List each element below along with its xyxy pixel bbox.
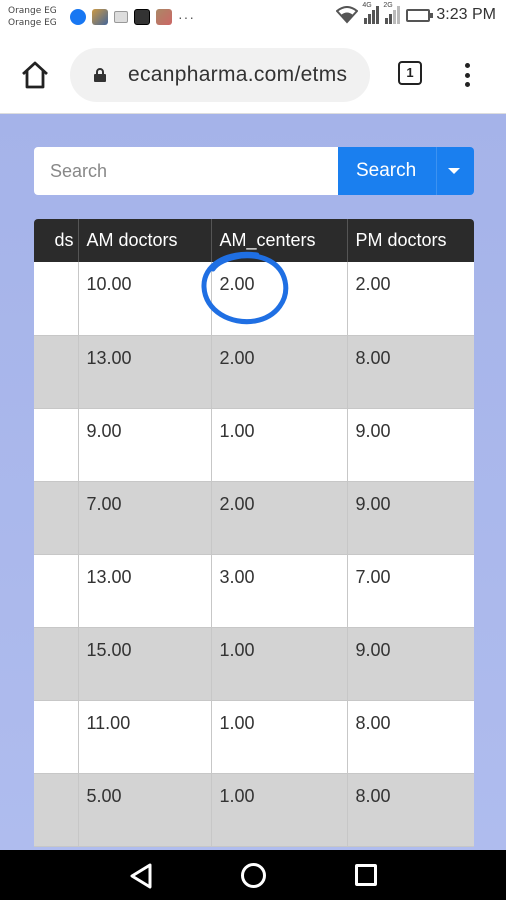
- table-cell: 8.00: [347, 773, 474, 847]
- notification-icons: ···: [70, 9, 195, 25]
- search-input[interactable]: Search: [34, 147, 338, 195]
- table-cell: 7.00: [347, 554, 474, 628]
- carrier-line-2: Orange EG: [8, 18, 57, 28]
- search-button[interactable]: Search: [338, 147, 474, 195]
- button-divider: [436, 147, 437, 195]
- more-notifications-icon: ···: [178, 9, 195, 25]
- message-icon: [114, 11, 128, 23]
- system-navigation-bar: [0, 850, 506, 900]
- table-cell: 7.00: [78, 481, 212, 555]
- table-cell: 2.00: [211, 262, 348, 336]
- table-cell: [34, 700, 79, 774]
- table-cell: 8.00: [347, 335, 474, 409]
- table-cell: 11.00: [78, 700, 212, 774]
- table-row: 10.00 2.00 2.00: [34, 262, 474, 336]
- table-cell: 1.00: [211, 627, 348, 701]
- table-cell: [34, 262, 79, 336]
- lock-icon: [94, 68, 106, 82]
- signal-icon-1: 4G: [362, 2, 380, 24]
- column-header[interactable]: PM doctors: [347, 219, 474, 262]
- search-button-label: Search: [356, 160, 417, 181]
- home-nav-icon[interactable]: [241, 863, 266, 888]
- table-cell: 5.00: [78, 773, 212, 847]
- system-icons: 4G 2G 3:23 PM: [336, 2, 496, 24]
- table-cell: 9.00: [347, 627, 474, 701]
- browser-toolbar: ecanpharma.com/etms 1: [0, 38, 506, 114]
- recent-apps-icon[interactable]: [355, 864, 377, 886]
- tab-switcher-button[interactable]: 1: [398, 61, 422, 85]
- wifi-icon: [336, 6, 359, 24]
- table-cell: 10.00: [78, 262, 212, 336]
- table-header-row: ds AM doctors AM_centers PM doctors: [34, 219, 474, 262]
- photo-notification-icon: [92, 9, 108, 25]
- facebook-icon: [70, 9, 86, 25]
- carrier-line-1: Orange EG: [8, 6, 57, 16]
- column-header[interactable]: AM doctors: [78, 219, 212, 262]
- page-content: Search Search ds AM doctors AM_centers P…: [0, 114, 506, 850]
- data-table: ds AM doctors AM_centers PM doctors 10.0…: [34, 219, 474, 847]
- table-row: 5.00 1.00 8.00: [34, 773, 474, 847]
- address-bar[interactable]: ecanpharma.com/etms: [70, 48, 370, 102]
- table-cell: 9.00: [78, 408, 212, 482]
- table-cell: [34, 408, 79, 482]
- clock: 3:23 PM: [436, 6, 496, 23]
- table-row: 13.00 3.00 7.00: [34, 554, 474, 628]
- table-cell: 1.00: [211, 700, 348, 774]
- table-cell: 1.00: [211, 408, 348, 482]
- table-row: 9.00 1.00 9.00: [34, 408, 474, 482]
- network-type-2: 2G: [383, 2, 393, 9]
- table-cell: [34, 335, 79, 409]
- table-cell: 9.00: [347, 481, 474, 555]
- carrier-labels: Orange EG Orange EG: [8, 5, 57, 29]
- back-icon[interactable]: [128, 862, 154, 890]
- data-table-container[interactable]: ds AM doctors AM_centers PM doctors 10.0…: [34, 219, 474, 850]
- photo-notification-icon-2: [156, 9, 172, 25]
- table-cell: [34, 554, 79, 628]
- table-cell: 9.00: [347, 408, 474, 482]
- column-header[interactable]: AM_centers: [211, 219, 348, 262]
- column-header[interactable]: ds: [34, 219, 79, 262]
- table-cell: 8.00: [347, 700, 474, 774]
- status-bar: Orange EG Orange EG ··· 4G 2G 3:23 PM: [0, 0, 506, 38]
- table-cell: [34, 627, 79, 701]
- table-cell: 2.00: [347, 262, 474, 336]
- home-icon[interactable]: [20, 60, 50, 90]
- table-row: 13.00 2.00 8.00: [34, 335, 474, 409]
- table-cell: 3.00: [211, 554, 348, 628]
- url-text: ecanpharma.com/etms: [128, 63, 348, 86]
- app-notification-icon: [134, 9, 150, 25]
- table-row: 15.00 1.00 9.00: [34, 627, 474, 701]
- table-cell: 1.00: [211, 773, 348, 847]
- table-cell: [34, 481, 79, 555]
- table-cell: 13.00: [78, 554, 212, 628]
- overflow-menu-icon[interactable]: [460, 60, 474, 90]
- battery-icon: [406, 8, 434, 22]
- table-cell: 13.00: [78, 335, 212, 409]
- table-cell: 2.00: [211, 481, 348, 555]
- table-cell: [34, 773, 79, 847]
- table-cell: 2.00: [211, 335, 348, 409]
- chevron-down-icon[interactable]: [448, 168, 460, 174]
- table-row: 11.00 1.00 8.00: [34, 700, 474, 774]
- table-row: 7.00 2.00 9.00: [34, 481, 474, 555]
- table-cell: 15.00: [78, 627, 212, 701]
- network-type-1: 4G: [362, 2, 372, 9]
- signal-icon-2: 2G: [383, 2, 401, 24]
